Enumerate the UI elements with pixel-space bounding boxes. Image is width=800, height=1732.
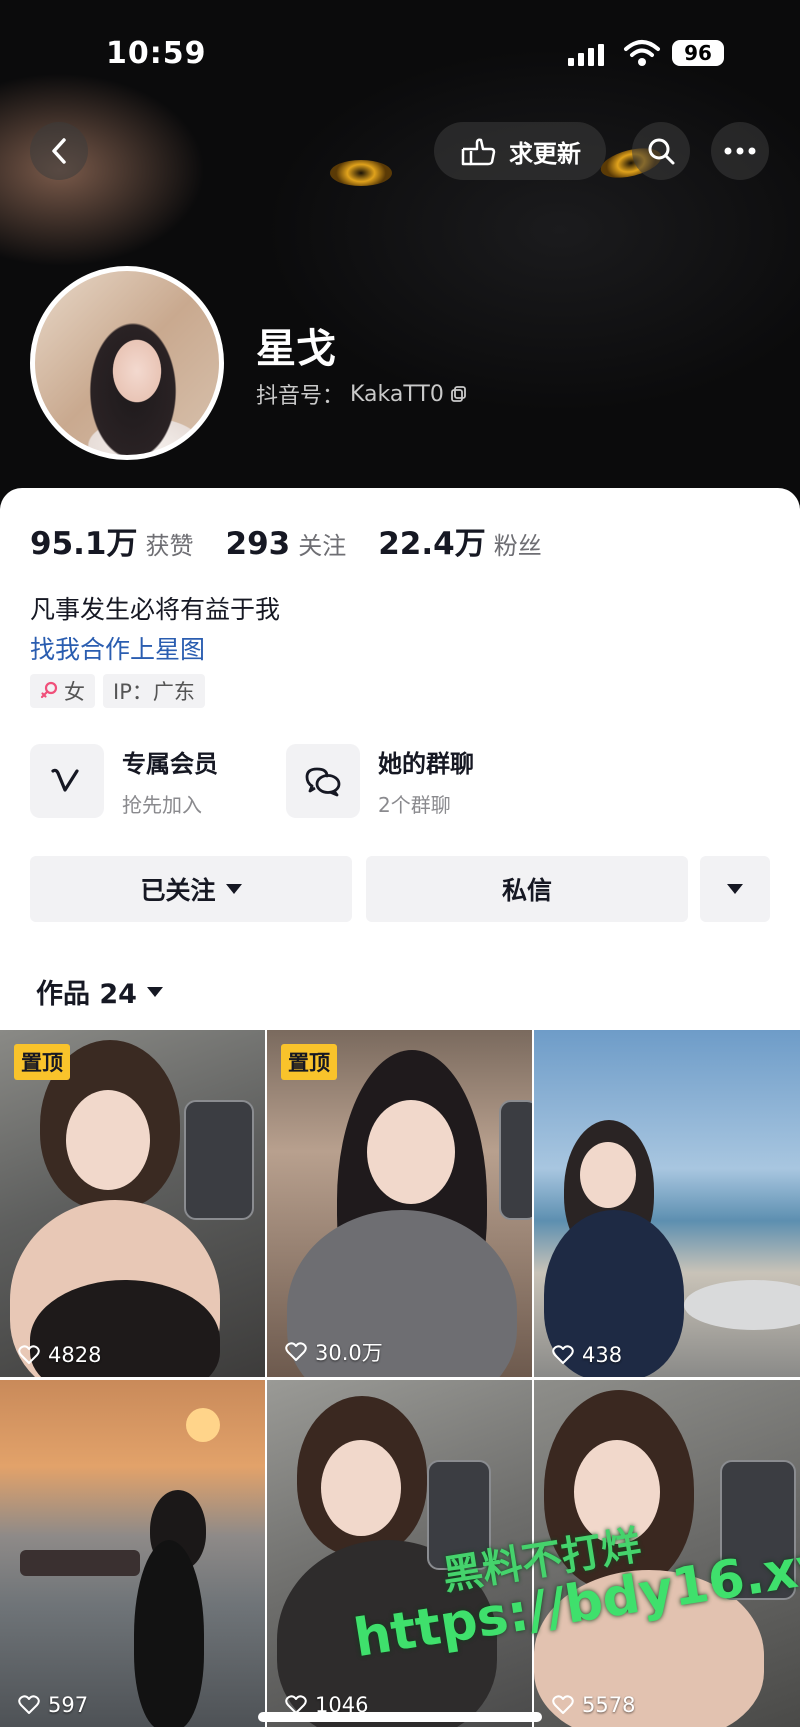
- gender-tag: 女: [30, 674, 95, 708]
- home-indicator[interactable]: [258, 1712, 542, 1722]
- stat-followers-label: 粉丝: [493, 532, 542, 560]
- message-label: 私信: [501, 876, 552, 905]
- following-label: 已关注: [140, 876, 216, 905]
- feature-group-chat-icon-box: [286, 744, 360, 818]
- feature-membership-subtitle: 抢先加入: [122, 793, 202, 817]
- search-button[interactable]: [632, 122, 690, 180]
- vip-v-icon: [51, 768, 79, 792]
- heart-icon: [285, 1342, 307, 1361]
- heart-icon: [18, 1345, 40, 1364]
- more-horizontal-icon: [724, 147, 756, 155]
- video-thumbnail[interactable]: 置顶 4828: [0, 1030, 265, 1377]
- feature-group-chat[interactable]: 她的群聊 2个群聊: [286, 744, 474, 818]
- copy-icon[interactable]: [450, 385, 468, 403]
- request-update-label: 求更新: [509, 139, 581, 168]
- bio-text: 凡事发生必将有益于我: [30, 595, 281, 624]
- back-button[interactable]: [30, 122, 88, 180]
- thumb-face: [580, 1142, 636, 1208]
- tab-works-label: 作品 24: [36, 979, 137, 1010]
- chevron-left-icon: [52, 138, 66, 164]
- message-button[interactable]: 私信: [366, 856, 688, 922]
- female-icon: [40, 681, 58, 699]
- like-count: 4828: [18, 1343, 101, 1367]
- stat-following-value: 293: [225, 526, 291, 562]
- thumb-boat: [20, 1550, 140, 1576]
- cellular-signal-icon: [568, 44, 604, 66]
- video-thumbnail[interactable]: 438: [534, 1030, 800, 1377]
- thumb-phone: [184, 1100, 254, 1220]
- thumb-face: [367, 1100, 455, 1204]
- like-count-value: 30.0万: [315, 1341, 383, 1365]
- like-count: 597: [18, 1693, 88, 1717]
- stat-likes[interactable]: 95.1万 获赞: [30, 518, 194, 563]
- thumb-body: [134, 1540, 204, 1727]
- thumb-table: [684, 1280, 800, 1330]
- pinned-badge: 置顶: [281, 1044, 337, 1080]
- stat-followers-value: 22.4万: [378, 526, 486, 562]
- stat-likes-value: 95.1万: [30, 526, 138, 562]
- thumb-face: [66, 1090, 150, 1190]
- status-bar: 10:59 96: [0, 0, 800, 110]
- group-chat-icon: [305, 767, 341, 797]
- feature-group-chat-title: 她的群聊: [378, 750, 474, 778]
- heart-icon: [552, 1345, 574, 1364]
- caret-down-icon: [146, 986, 163, 997]
- feature-membership-icon-box: [30, 744, 104, 818]
- wifi-icon: [624, 40, 660, 66]
- like-count-value: 597: [48, 1693, 89, 1717]
- thumb-sun: [186, 1408, 220, 1442]
- search-icon: [648, 138, 675, 165]
- request-update-button[interactable]: 求更新: [434, 122, 606, 180]
- douyin-id-value: KakaTT0: [350, 381, 444, 407]
- caret-down-icon: [727, 884, 743, 894]
- more-button[interactable]: [711, 122, 769, 180]
- avatar[interactable]: [30, 266, 224, 460]
- profile-info-sheet: 95.1万 获赞 293 关注 22.4万 粉丝 凡事发生必将有益于我 找我合作…: [0, 488, 800, 1732]
- video-thumbnail[interactable]: 597: [0, 1380, 265, 1727]
- like-count: 438: [552, 1343, 622, 1367]
- profile-stats: 95.1万 获赞 293 关注 22.4万 粉丝: [30, 518, 574, 563]
- pinned-badge: 置顶: [14, 1044, 70, 1080]
- banner-cat-eye-left: [330, 160, 392, 186]
- status-time: 10:59: [106, 36, 207, 71]
- profile-tags: 女 IP：广东: [30, 674, 205, 708]
- following-button[interactable]: 已关注: [30, 856, 352, 922]
- heart-icon: [18, 1695, 40, 1714]
- like-count: 30.0万: [285, 1337, 383, 1367]
- profile-nickname: 星戈: [256, 326, 336, 372]
- stat-likes-label: 获赞: [145, 532, 194, 560]
- stat-following-label: 关注: [298, 532, 347, 560]
- feature-group-chat-subtitle: 2个群聊: [378, 793, 451, 817]
- bio-cooperation-link[interactable]: 找我合作上星图: [30, 630, 205, 666]
- thumb-face: [321, 1440, 401, 1536]
- douyin-id-label: 抖音号：: [256, 384, 345, 409]
- ip-location-label: IP：广东: [113, 680, 195, 704]
- like-count-value: 5578: [582, 1693, 636, 1717]
- like-count-value: 4828: [48, 1343, 102, 1367]
- hand-pointing-icon: [461, 138, 496, 166]
- stat-followers[interactable]: 22.4万 粉丝: [378, 518, 542, 563]
- feature-membership-title: 专属会员: [122, 750, 218, 778]
- video-thumbnail[interactable]: 置顶 30.0万: [267, 1030, 532, 1377]
- heart-icon: [552, 1695, 574, 1714]
- like-count-value: 438: [582, 1343, 623, 1367]
- thumb-phone: [499, 1100, 532, 1220]
- like-count: 5578: [552, 1693, 635, 1717]
- feature-membership[interactable]: 专属会员 抢先加入: [30, 744, 218, 818]
- stat-following[interactable]: 293 关注: [226, 526, 347, 562]
- douyin-id-row[interactable]: 抖音号： KakaTT0: [256, 378, 468, 410]
- caret-down-icon: [225, 884, 242, 894]
- gender-label: 女: [64, 680, 85, 704]
- more-actions-dropdown-button[interactable]: [700, 856, 770, 922]
- ip-location-tag: IP：广东: [103, 674, 205, 708]
- tab-works[interactable]: 作品 24: [36, 972, 163, 1011]
- battery-indicator: 96: [672, 40, 724, 66]
